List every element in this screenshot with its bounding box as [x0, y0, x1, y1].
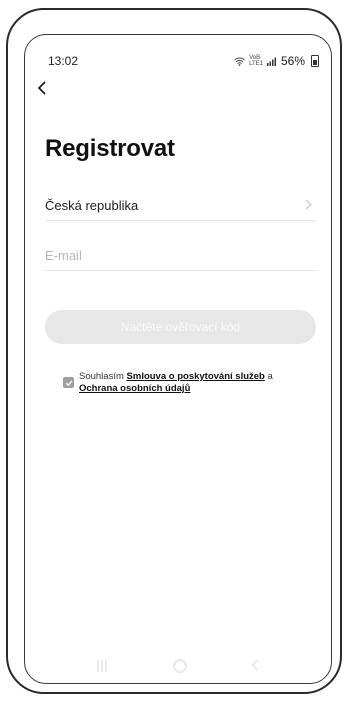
agreement-row: Souhlasím Smlouva o poskytování služeb a…	[63, 371, 313, 395]
status-icons: VoB LTE1 56%	[234, 54, 319, 68]
system-nav-bar	[25, 649, 331, 683]
chevron-left-icon	[251, 659, 258, 670]
battery-percent: 56%	[280, 54, 305, 68]
chevron-right-icon	[305, 197, 312, 213]
phone-screen: 13:02 VoB LTE1 56% Registrovat Česká rep…	[24, 34, 332, 684]
signal-icon	[266, 57, 276, 66]
volte-lte-label: VoB LTE1	[249, 55, 263, 67]
email-field-row	[45, 240, 316, 271]
checkmark-icon	[65, 379, 72, 386]
page-title: Registrovat	[45, 135, 175, 162]
email-input[interactable]	[45, 247, 316, 263]
status-time: 13:02	[48, 54, 79, 68]
wifi-icon	[234, 57, 245, 66]
agreement-prefix: Souhlasím	[79, 371, 124, 382]
nav-back-button[interactable]	[251, 659, 259, 674]
recent-apps-button[interactable]	[97, 660, 109, 672]
agreement-text: Souhlasím Smlouva o poskytování služeb a…	[79, 371, 313, 395]
battery-icon	[311, 55, 319, 67]
agreement-connector: a	[267, 371, 273, 382]
country-selector[interactable]: Česká republika	[45, 190, 316, 221]
chevron-left-icon	[37, 81, 46, 95]
status-bar: 13:02 VoB LTE1 56%	[48, 53, 319, 69]
back-button[interactable]	[37, 81, 51, 95]
terms-link[interactable]: Smlouva o poskytování služeb	[127, 371, 265, 382]
get-verification-code-button[interactable]: Načtěte ověřovací kód	[45, 310, 316, 344]
country-value: Česká republika	[45, 197, 139, 213]
agreement-checkbox[interactable]	[63, 377, 74, 388]
home-button[interactable]	[173, 659, 187, 673]
privacy-link[interactable]: Ochrana osobních údajů	[79, 383, 190, 394]
